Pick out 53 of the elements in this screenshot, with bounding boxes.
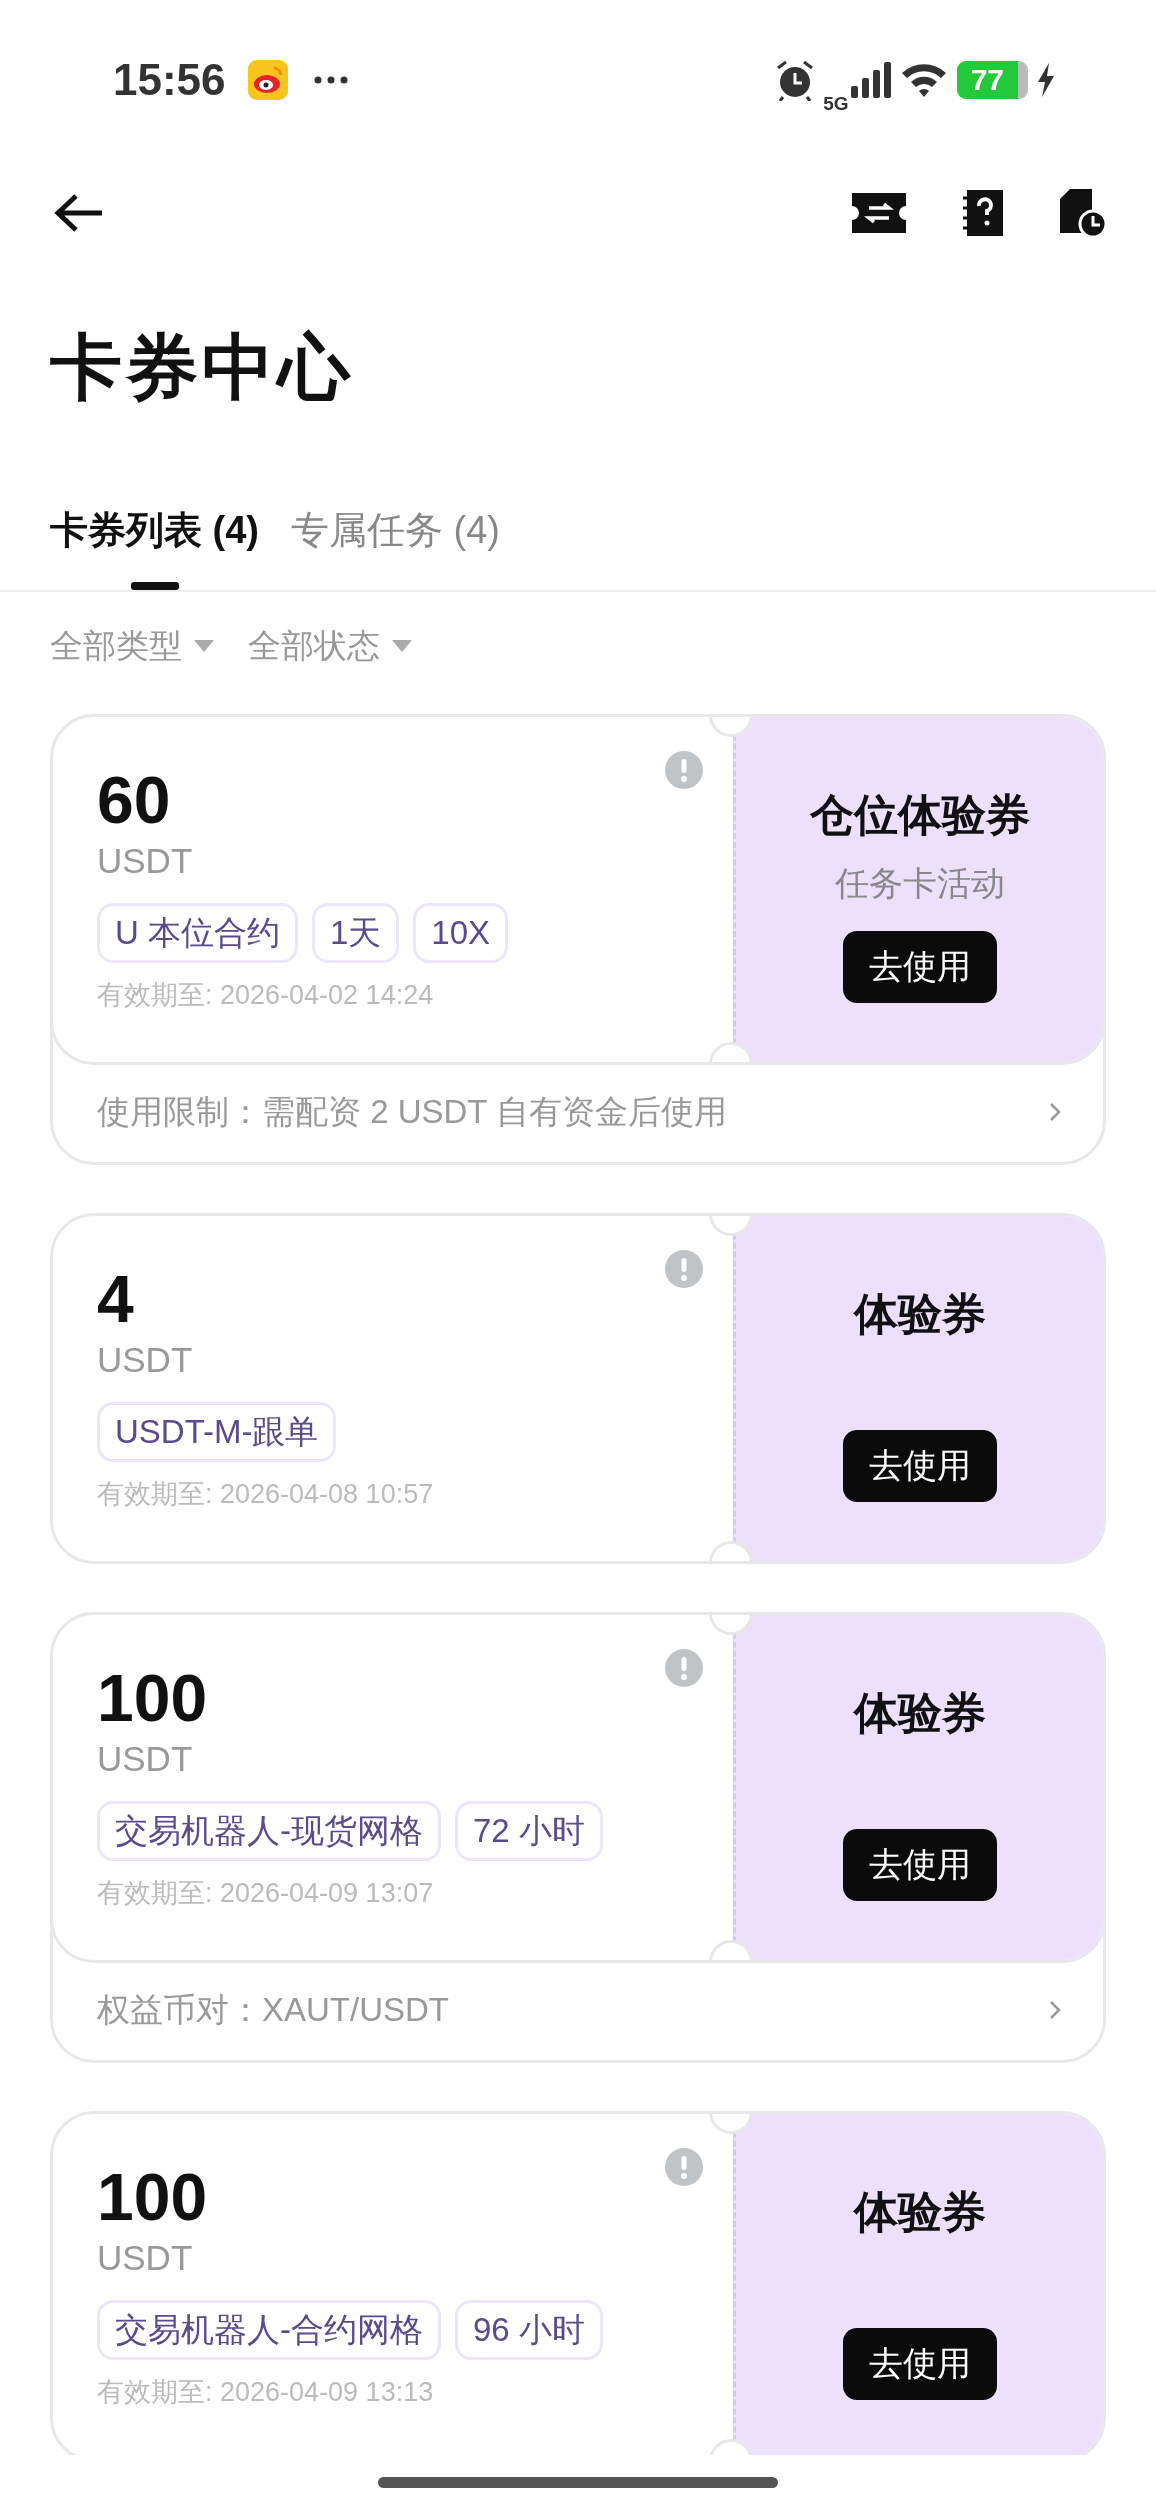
info-icon[interactable] — [665, 751, 703, 789]
usage-note: 权益币对：XAUT/USDT — [97, 1989, 450, 2030]
coupon-type: 仓位体验券 — [809, 789, 1030, 841]
signal-icon — [850, 62, 891, 98]
currency-unit: USDT — [97, 1339, 193, 1381]
tab[interactable]: 卡券列表 (4) — [50, 470, 259, 590]
expiry-date: 有效期至: 2026-04-08 10:57 — [97, 1478, 434, 1511]
use-button[interactable]: 去使用 — [842, 1829, 997, 1901]
ticket-icon[interactable] — [852, 192, 906, 233]
coupon-tag: 交易机器人-现货网格 — [97, 1801, 441, 1861]
more-icon — [313, 76, 348, 84]
coupon-tag: 10X — [413, 903, 509, 963]
info-icon[interactable] — [665, 1649, 703, 1687]
chevron-right-icon — [1049, 2000, 1061, 2020]
info-icon[interactable] — [665, 2148, 703, 2186]
home-indicator[interactable] — [378, 2477, 778, 2488]
use-button[interactable]: 去使用 — [842, 1430, 997, 1502]
coupon-tag: 72 小时 — [455, 1801, 603, 1861]
coupon-tag: 96 小时 — [455, 2300, 603, 2360]
coupon-tag: 1天 — [312, 903, 400, 963]
caret-icon — [194, 640, 214, 652]
back-arrow-icon[interactable] — [54, 192, 104, 233]
app-notification-icon — [247, 60, 288, 100]
coupon-type: 体验券 — [853, 1288, 986, 1340]
usage-note: 使用限制：需配资 2 USDT 自有资金后使用 — [97, 1091, 729, 1132]
coupon-amount: 100 — [97, 2162, 208, 2232]
use-button[interactable]: 去使用 — [842, 2328, 997, 2400]
coupon-tag: USDT-M-跟单 — [97, 1402, 337, 1462]
coupon-tag: 交易机器人-合约网格 — [97, 2300, 441, 2360]
battery-level: 77 — [956, 61, 1028, 99]
tab[interactable]: 专属任务 (4) — [291, 470, 500, 590]
coupon-tag: U 本位合约 — [97, 903, 298, 963]
coupon-amount: 60 — [97, 765, 171, 835]
expiry-date: 有效期至: 2026-04-02 14:24 — [97, 979, 434, 1012]
coupon-type: 体验券 — [853, 1687, 986, 1739]
currency-unit: USDT — [97, 1738, 193, 1780]
network-label: 5G — [823, 93, 849, 115]
coupon-source: 任务卡活动 — [834, 863, 1005, 904]
coupon-amount: 4 — [97, 1264, 134, 1334]
currency-unit: USDT — [97, 840, 193, 882]
use-button[interactable]: 去使用 — [842, 931, 997, 1003]
page-title: 卡券中心 — [49, 325, 355, 409]
info-icon[interactable] — [665, 1250, 703, 1288]
chevron-right-icon — [1049, 1102, 1061, 1122]
status-time: 15:56 — [113, 55, 226, 105]
expiry-date: 有效期至: 2026-04-09 13:07 — [97, 1877, 434, 1910]
document-clock-icon[interactable] — [1060, 188, 1106, 237]
coupon-type: 体验券 — [853, 2186, 986, 2238]
expiry-date: 有效期至: 2026-04-09 13:13 — [97, 2376, 434, 2409]
coupon-amount: 100 — [97, 1663, 208, 1733]
currency-unit: USDT — [97, 2237, 193, 2279]
help-document-icon[interactable] — [963, 189, 1003, 236]
caret-icon — [392, 640, 412, 652]
